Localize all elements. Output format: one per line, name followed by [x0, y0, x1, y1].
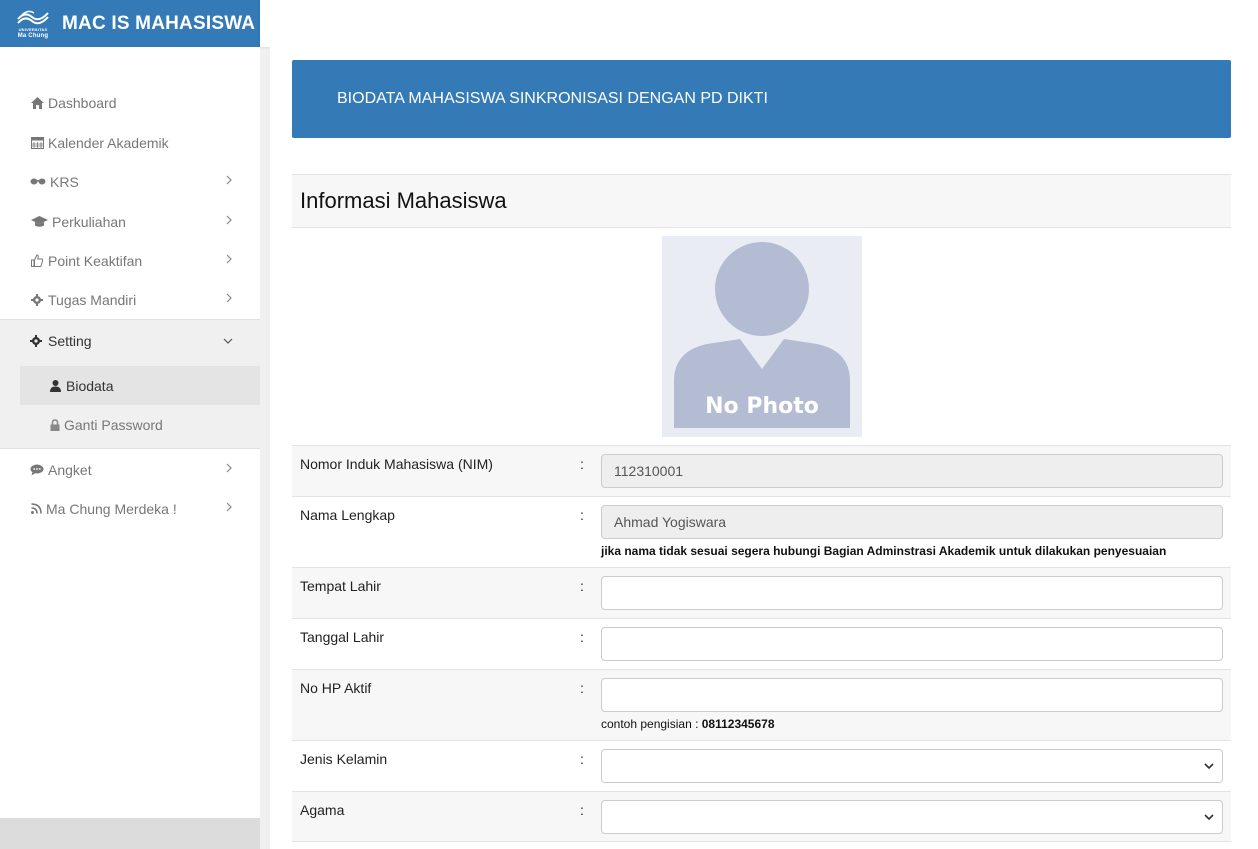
top-navbar — [260, 0, 1258, 47]
nim-label: Nomor Induk Mahasiswa (NIM) — [300, 456, 493, 472]
page-header: BIODATA MAHASISWA SINKRONISASI DENGAN PD… — [292, 60, 1231, 138]
sidebar-item-label: Dashboard — [48, 94, 117, 111]
no-hp-help-text: contoh pengisian : 08112345678 — [601, 717, 775, 731]
form-row-agama: Agama : — [292, 791, 1231, 842]
profile-photo-placeholder: No Photo — [662, 236, 862, 437]
brand-bar[interactable]: UNIVERSITAS Ma Chung MAC IS MAHASISWA — [0, 0, 260, 47]
colon: : — [580, 578, 584, 594]
colon: : — [580, 507, 584, 523]
colon: : — [580, 456, 584, 472]
gear-icon — [30, 334, 44, 348]
no-photo-text: No Photo — [705, 394, 819, 419]
rss-icon — [30, 502, 42, 516]
colon: : — [580, 629, 584, 645]
sidebar-subitem-label: Biodata — [66, 377, 114, 394]
jenis-kelamin-select[interactable] — [601, 749, 1223, 783]
nama-field[interactable]: Ahmad Yogiswara — [601, 505, 1223, 539]
tempat-lahir-field[interactable] — [601, 576, 1223, 610]
chevron-right-icon — [226, 293, 232, 303]
chevron-right-icon — [226, 175, 232, 185]
chevron-down-icon — [1204, 814, 1214, 821]
form-row-no-hp: No HP Aktif : contoh pengisian : 0811234… — [292, 669, 1231, 740]
sidebar-item-label: Point Keaktifan — [48, 252, 143, 269]
glasses-icon — [30, 175, 46, 189]
gear-icon — [30, 293, 44, 307]
sidebar-item-label: KRS — [50, 173, 79, 190]
nim-field[interactable]: 112310001 — [601, 454, 1223, 488]
sidebar-item-label: Tugas Mandiri — [48, 291, 137, 308]
sidebar-item-angket[interactable]: Angket — [0, 450, 260, 489]
colon: : — [580, 802, 584, 818]
setting-section: Setting Biodata Ganti Password — [0, 319, 260, 449]
no-hp-label: No HP Aktif — [300, 680, 372, 696]
logo-text-bottom: Ma Chung — [17, 32, 49, 39]
sidebar-footer — [0, 818, 260, 849]
agama-select[interactable] — [601, 800, 1223, 834]
form-row-tanggal-lahir: Tanggal Lahir : — [292, 618, 1231, 669]
jenis-kelamin-label: Jenis Kelamin — [300, 751, 388, 767]
sidebar-item-point-keaktifan[interactable]: Point Keaktifan — [0, 241, 260, 280]
sidebar-item-krs[interactable]: KRS — [0, 162, 260, 201]
colon: : — [580, 751, 584, 767]
main-content: BIODATA MAHASISWA SINKRONISASI DENGAN PD… — [270, 47, 1258, 849]
app-title: MAC IS MAHASISWA — [62, 12, 256, 34]
sidebar-subitem-label: Ganti Password — [64, 416, 163, 433]
university-logo: UNIVERSITAS Ma Chung — [14, 7, 52, 41]
chevron-right-icon — [226, 254, 232, 264]
graduation-cap-icon — [30, 215, 48, 229]
tempat-lahir-label: Tempat Lahir — [300, 578, 381, 594]
home-icon — [30, 96, 44, 110]
sidebar-item-label: Setting — [48, 333, 92, 349]
no-photo-avatar-icon: No Photo — [662, 236, 862, 437]
sidebar-item-perkuliahan[interactable]: Perkuliahan — [0, 202, 260, 241]
comment-icon — [30, 463, 44, 477]
logo-waves-icon — [17, 10, 49, 24]
sidebar: UNIVERSITAS Ma Chung MAC IS MAHASISWA Da… — [0, 0, 260, 849]
thumbs-up-icon — [30, 254, 44, 268]
no-hp-field[interactable] — [601, 678, 1223, 712]
form-row-tempat-lahir: Tempat Lahir : — [292, 567, 1231, 618]
chevron-right-icon — [226, 502, 232, 512]
form-row-nim: Nomor Induk Mahasiswa (NIM) : 112310001 — [292, 445, 1231, 496]
sidebar-subitem-biodata[interactable]: Biodata — [20, 366, 260, 405]
no-hp-help-example: 08112345678 — [701, 717, 775, 731]
form-row-jenis-kelamin: Jenis Kelamin : — [292, 740, 1231, 791]
sidebar-item-setting[interactable]: Setting — [0, 320, 260, 362]
tanggal-lahir-label: Tanggal Lahir — [300, 629, 385, 645]
agama-label: Agama — [300, 802, 345, 818]
user-icon — [50, 379, 63, 392]
panel-title: Informasi Mahasiswa — [292, 174, 1231, 228]
chevron-down-icon — [223, 338, 233, 344]
sidebar-item-ma-chung-merdeka[interactable]: Ma Chung Merdeka ! — [0, 489, 260, 528]
sidebar-item-dashboard[interactable]: Dashboard — [0, 83, 260, 122]
sidebar-item-kalender-akademik[interactable]: Kalender Akademik — [0, 123, 260, 162]
nama-label: Nama Lengkap — [300, 507, 395, 523]
lock-icon — [50, 418, 62, 431]
form-row-nama: Nama Lengkap : Ahmad Yogiswara jika nama… — [292, 496, 1231, 567]
sidebar-item-label: Perkuliahan — [52, 213, 126, 230]
sidebar-item-label: Angket — [48, 461, 92, 478]
sidebar-subitem-ganti-password[interactable]: Ganti Password — [20, 405, 260, 444]
chevron-right-icon — [226, 215, 232, 225]
calendar-icon — [30, 136, 44, 150]
no-hp-help-prefix: contoh pengisian : — [601, 717, 702, 731]
sidebar-item-label: Ma Chung Merdeka ! — [46, 500, 177, 517]
nama-help-text: jika nama tidak sesuai segera hubungi Ba… — [601, 544, 1167, 558]
sidebar-item-label: Kalender Akademik — [48, 134, 169, 151]
colon: : — [580, 680, 584, 696]
tanggal-lahir-field[interactable] — [601, 627, 1223, 661]
sidebar-item-tugas-mandiri[interactable]: Tugas Mandiri — [0, 280, 260, 319]
chevron-down-icon — [1204, 763, 1214, 770]
chevron-right-icon — [226, 463, 232, 473]
